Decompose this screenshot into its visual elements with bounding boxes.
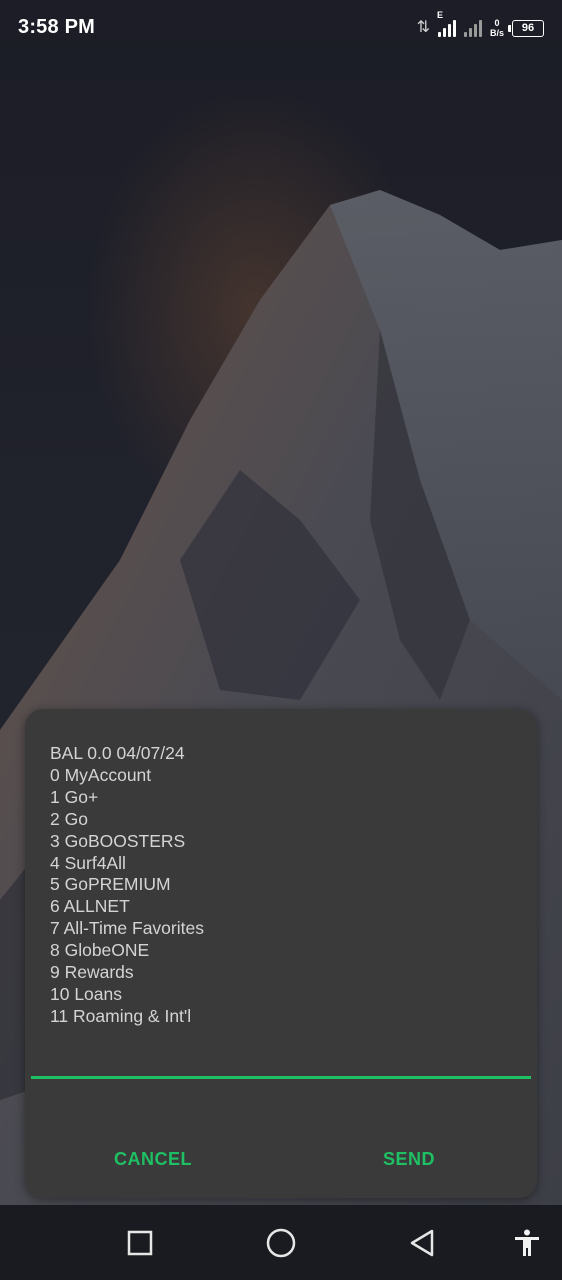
send-button[interactable]: SEND [319,1139,499,1179]
recents-button[interactable] [122,1225,158,1261]
ussd-menu-item: 11 Roaming & Int'l [50,1005,192,1026]
navigation-bar [0,1205,562,1280]
ussd-menu-item: 6 ALLNET [50,896,130,917]
ussd-message: BAL 0.0 04/07/24 0 MyAccount 1 Go+ 2 Go … [50,743,510,1028]
ussd-menu-item: 3 GoBOOSTERS [50,830,186,851]
ussd-menu-item: 0 MyAccount [50,764,152,785]
back-icon [410,1229,434,1257]
ussd-menu-item: 1 Go+ [50,786,99,807]
ussd-reply-input[interactable] [31,1039,531,1079]
accessibility-icon [515,1229,539,1256]
status-time: 3:58 PM [18,16,95,38]
network-type-label: E [436,10,443,20]
data-activity-icon: ⇅ [416,19,430,36]
ussd-menu-item: 10 Loans [50,983,123,1004]
network-speed-value: 0 [494,18,500,28]
ussd-balance-line: BAL 0.0 04/07/24 [50,743,185,763]
accessibility-button[interactable] [509,1225,545,1261]
cancel-button[interactable]: CANCEL [63,1139,243,1179]
ussd-menu-item: 9 Rewards [50,962,134,983]
signal-strength-sim2-icon [463,19,482,37]
recents-icon [127,1230,153,1256]
status-bar: 3:58 PM ⇅ E 0 B/s 96 [0,0,562,58]
network-speed-unit: B/s [489,28,504,38]
ussd-menu-item: 7 All-Time Favorites [50,918,204,939]
ussd-menu-item: 5 GoPREMIUM [50,874,171,895]
back-button[interactable] [404,1225,440,1261]
home-button[interactable] [263,1225,299,1261]
network-speed: 0 B/s [490,18,504,38]
home-icon [266,1228,296,1258]
battery-level: 96 [521,22,535,34]
ussd-menu-item: 2 Go [50,808,88,829]
signal-strength-icon: E [437,10,456,37]
battery-icon: 96 [508,19,544,37]
ussd-menu-item: 8 GlobeONE [50,940,150,961]
ussd-menu-item: 4 Surf4All [50,852,126,873]
status-icons: ⇅ E 0 B/s 96 [416,10,544,42]
ussd-dialog: BAL 0.0 04/07/24 0 MyAccount 1 Go+ 2 Go … [25,709,537,1198]
